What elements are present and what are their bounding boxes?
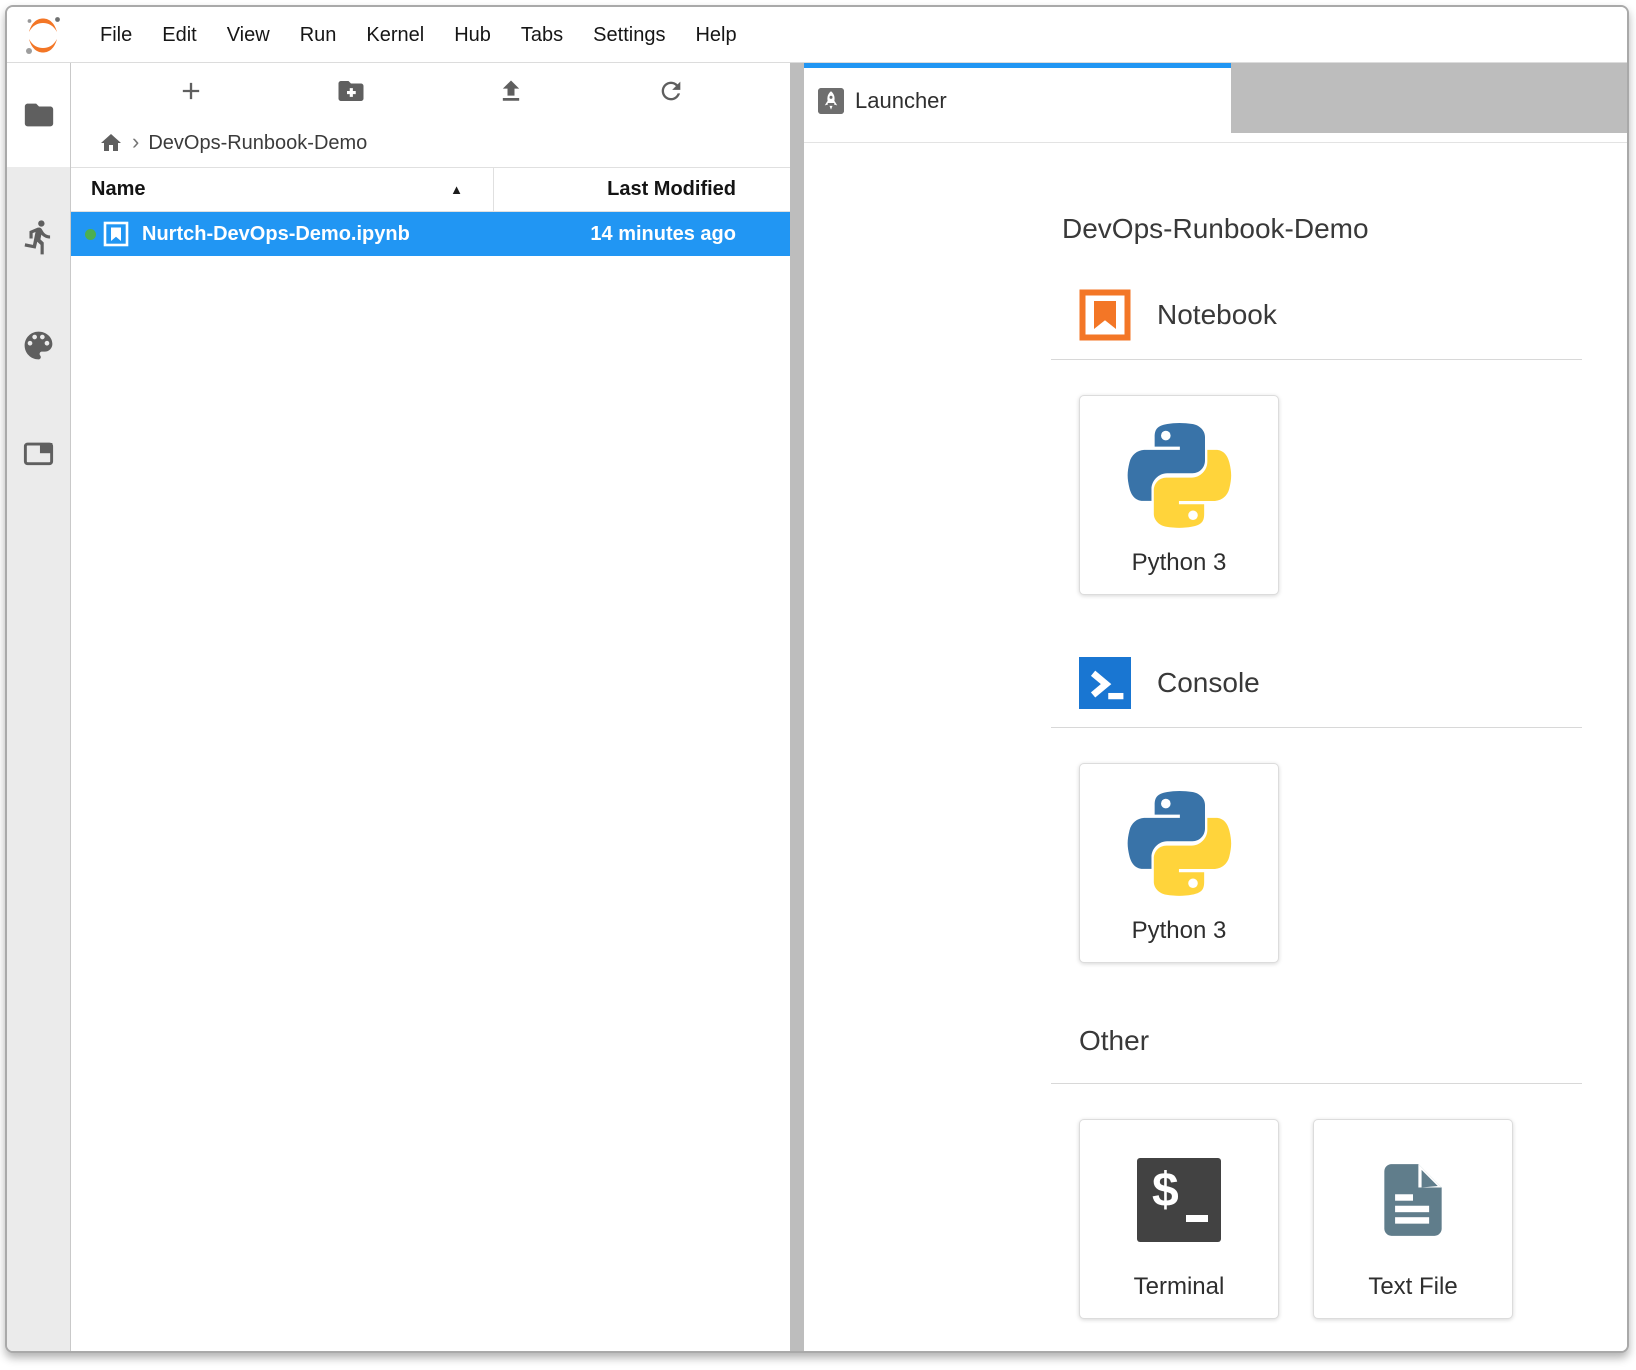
launcher-card-console-python3[interactable]: Python 3 <box>1079 763 1279 963</box>
home-icon[interactable] <box>99 131 123 155</box>
file-browser-toolbar <box>71 63 790 119</box>
python-logo <box>1127 423 1232 528</box>
menu-view[interactable]: View <box>212 7 285 63</box>
section-label-console: Console <box>1157 667 1260 699</box>
section-divider <box>1051 727 1582 728</box>
notebook-file-icon <box>103 221 129 247</box>
jupyter-logo-icon <box>21 13 65 57</box>
plus-icon <box>177 77 205 105</box>
tab-bar-gap <box>804 133 1627 142</box>
folder-icon <box>22 98 56 132</box>
terminal-icon: $ <box>1137 1158 1221 1242</box>
launcher-content: DevOps-Runbook-Demo Notebook <box>804 142 1627 1351</box>
upload-button[interactable] <box>431 69 591 113</box>
notebook-orange-icon <box>1079 289 1131 341</box>
card-label-text-file: Text File <box>1368 1273 1457 1301</box>
file-list-header: Name ▲ Last Modified <box>71 167 790 212</box>
file-name: Nurtch-DevOps-Demo.ipynb <box>142 223 590 246</box>
palette-icon <box>20 327 57 364</box>
dock-tab-bar: Launcher <box>804 63 1627 133</box>
section-label-notebook: Notebook <box>1157 299 1277 331</box>
menu-tabs[interactable]: Tabs <box>506 7 578 63</box>
menu-kernel[interactable]: Kernel <box>351 7 439 63</box>
new-folder-button[interactable] <box>271 69 431 113</box>
launcher-card-terminal[interactable]: $ Terminal <box>1079 1119 1279 1319</box>
file-list-empty-area <box>71 256 790 1351</box>
sidebar-item-running[interactable] <box>7 217 70 257</box>
breadcrumb: › DevOps-Runbook-Demo <box>71 119 790 167</box>
menu-edit[interactable]: Edit <box>147 7 211 63</box>
upload-icon <box>497 77 525 105</box>
file-row-selected[interactable]: Nurtch-DevOps-Demo.ipynb 14 minutes ago <box>71 212 790 256</box>
python-logo <box>1127 791 1232 896</box>
menu-run[interactable]: Run <box>285 7 352 63</box>
menu-hub[interactable]: Hub <box>439 7 506 63</box>
menu-settings[interactable]: Settings <box>578 7 680 63</box>
launcher-card-text-file[interactable]: Text File <box>1313 1119 1513 1319</box>
card-label-python3: Python 3 <box>1132 549 1227 577</box>
sidebar-item-files[interactable] <box>7 63 70 167</box>
column-header-name[interactable]: Name ▲ <box>71 168 494 211</box>
launcher-rocket-icon <box>818 88 844 114</box>
text-file-icon <box>1370 1157 1456 1243</box>
launcher-section-console: Console <box>1051 657 1582 963</box>
running-man-icon <box>20 218 58 256</box>
panel-resize-handle[interactable] <box>790 63 804 1351</box>
new-folder-icon <box>336 76 366 106</box>
breadcrumb-separator: › <box>132 129 139 155</box>
activity-sidebar <box>7 63 71 1351</box>
section-label-other: Other <box>1079 1025 1149 1057</box>
sidebar-item-tabs[interactable] <box>7 433 70 473</box>
section-divider <box>1051 359 1582 360</box>
launcher-section-notebook: Notebook <box>1051 289 1582 595</box>
launcher-section-other: Other $ Terminal <box>1051 1025 1582 1319</box>
file-last-modified: 14 minutes ago <box>590 223 790 246</box>
tabs-icon <box>21 436 56 471</box>
jupyterlab-window: File Edit View Run Kernel Hub Tabs Setti… <box>5 5 1629 1353</box>
launcher-panel: Launcher DevOps-Runbook-Demo Notebook <box>804 63 1627 1351</box>
card-label-python3: Python 3 <box>1132 917 1227 945</box>
name-column-label: Name <box>91 178 450 201</box>
breadcrumb-folder[interactable]: DevOps-Runbook-Demo <box>148 132 367 155</box>
sidebar-item-commands[interactable] <box>7 325 70 365</box>
column-header-last-modified[interactable]: Last Modified <box>494 178 790 201</box>
tab-launcher[interactable]: Launcher <box>804 63 1231 133</box>
new-launcher-button[interactable] <box>111 69 271 113</box>
card-label-terminal: Terminal <box>1134 1273 1225 1301</box>
console-blue-icon <box>1079 657 1131 709</box>
section-divider <box>1051 1083 1582 1084</box>
refresh-button[interactable] <box>591 69 751 113</box>
menu-bar: File Edit View Run Kernel Hub Tabs Setti… <box>7 7 1627 63</box>
file-browser-panel: › DevOps-Runbook-Demo Name ▲ Last Modifi… <box>71 63 790 1351</box>
kernel-running-dot <box>85 229 96 240</box>
launcher-cwd-title: DevOps-Runbook-Demo <box>1062 213 1582 245</box>
tab-launcher-label: Launcher <box>855 88 947 114</box>
refresh-icon <box>657 77 685 105</box>
sort-ascending-icon: ▲ <box>450 182 463 197</box>
menu-help[interactable]: Help <box>680 7 751 63</box>
launcher-card-notebook-python3[interactable]: Python 3 <box>1079 395 1279 595</box>
menu-file[interactable]: File <box>85 7 147 63</box>
